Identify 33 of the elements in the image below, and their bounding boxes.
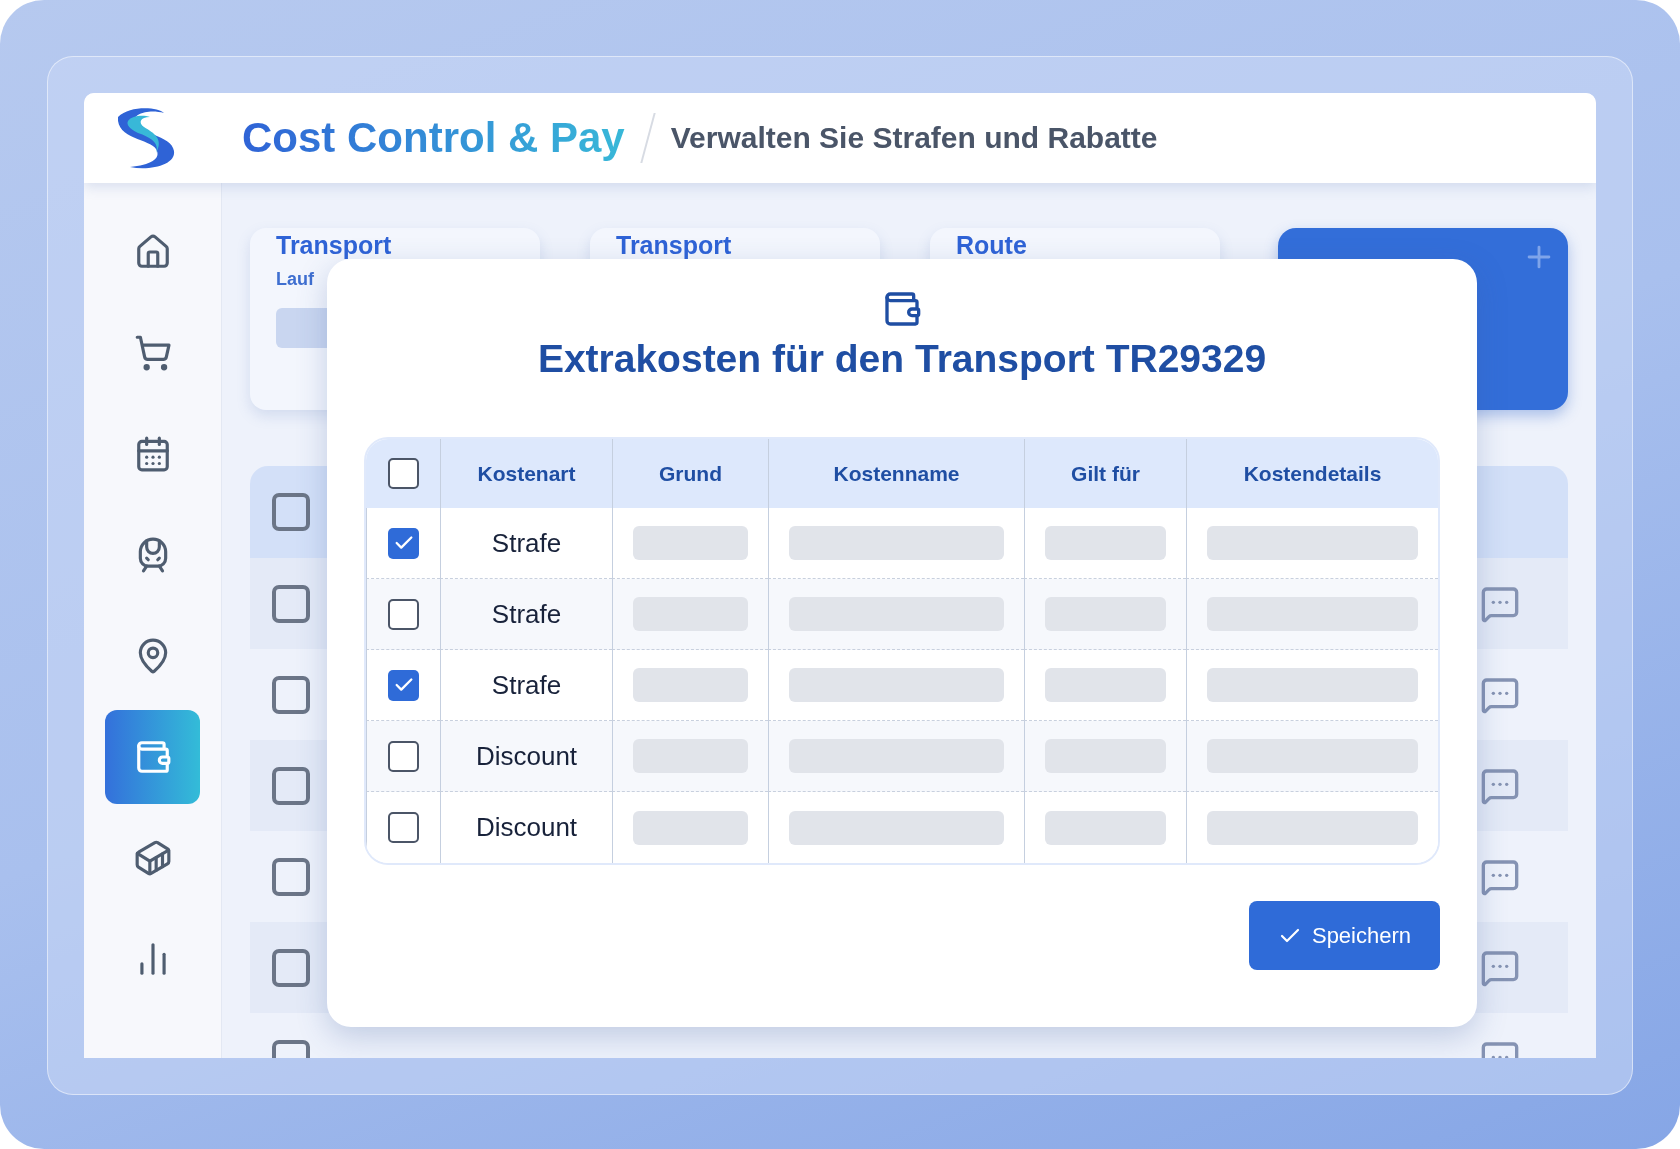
checkbox[interactable]: [272, 948, 310, 987]
checkbox[interactable]: [272, 584, 310, 623]
card-title: Route: [956, 231, 1028, 259]
table-cell: Strafe: [491, 598, 562, 630]
row-checkbox[interactable]: [388, 669, 419, 701]
column-header: Kostenname: [768, 439, 1024, 508]
column-header: Grund: [612, 439, 768, 508]
checkbox[interactable]: [272, 675, 310, 714]
checkbox[interactable]: [272, 766, 310, 805]
modal-title: Extrakosten für den Transport TR29329: [537, 337, 1267, 381]
row-checkbox[interactable]: [388, 527, 419, 559]
column-header: Kostendetails: [1186, 439, 1438, 508]
row-checkbox[interactable]: [388, 740, 419, 772]
card-title: Transport: [616, 231, 733, 259]
row-checkbox[interactable]: [388, 598, 419, 630]
table-cell: Discount: [475, 812, 578, 843]
select-all-checkbox[interactable]: [387, 458, 419, 489]
row-checkbox[interactable]: [388, 812, 419, 843]
cart-icon: [133, 334, 172, 372]
wallet-icon: [882, 289, 922, 329]
page-subtitle: Verwalten Sie Strafen und Rabatte: [670, 121, 1158, 155]
table-cell: Strafe: [491, 527, 562, 559]
checkbox[interactable]: [272, 493, 310, 531]
column-header: Gilt für: [1024, 439, 1186, 508]
table-cell: Discount: [475, 740, 578, 772]
column-header: Kostenart: [440, 439, 612, 508]
checkbox[interactable]: [272, 857, 310, 896]
card-title: Transport: [276, 231, 393, 259]
container-icon: [133, 839, 172, 877]
table-cell: Strafe: [491, 669, 562, 701]
save-button[interactable]: Speichern: [1249, 901, 1440, 970]
sidebar-item[interactable]: [105, 710, 200, 804]
card-subtitle: Lauf: [276, 269, 315, 290]
